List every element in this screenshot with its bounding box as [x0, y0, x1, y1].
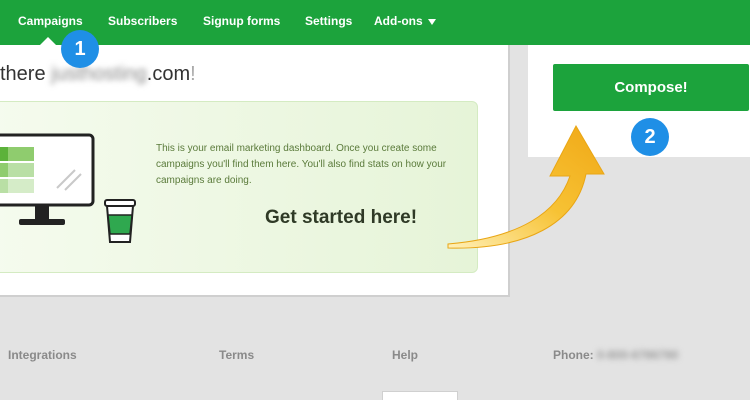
nav-item-subscribers[interactable]: Subscribers [108, 14, 177, 28]
nav-item-add-ons-label: Add-ons [374, 14, 423, 28]
step-badge-2: 2 [631, 118, 669, 156]
footer-link-terms[interactable]: Terms [219, 348, 254, 362]
footer-phone-label: Phone: [553, 348, 594, 362]
coffee-cup-icon [104, 199, 136, 243]
dashboard-description: This is your email marketing dashboard. … [156, 143, 447, 186]
greeting-name-blurred: justhosting [51, 63, 147, 85]
nav-item-add-ons[interactable]: Add-ons [374, 14, 436, 28]
footer-link-help[interactable]: Help [392, 348, 418, 362]
footer-link-integrations[interactable]: Integrations [8, 348, 77, 362]
greeting-heading: there justhosting.com! [0, 63, 196, 86]
top-nav: Campaigns Subscribers Signup forms Setti… [0, 0, 750, 45]
greeting-prefix: there [0, 63, 52, 85]
nav-item-signup-forms[interactable]: Signup forms [203, 14, 280, 28]
footer-phone-number-blurred: 0-800-6786780 [597, 348, 679, 362]
monitor-icon [0, 133, 95, 225]
footer-select-box[interactable] [382, 391, 458, 400]
greeting-end: ! [190, 63, 196, 85]
chevron-down-icon [427, 18, 436, 25]
get-started-link[interactable]: Get started here! [265, 207, 417, 229]
greeting-suffix: .com [146, 63, 191, 85]
compose-button[interactable]: Compose! [553, 64, 749, 111]
footer-phone: Phone: 0-800-6786780 [553, 348, 678, 362]
step-badge-1: 1 [61, 30, 99, 68]
nav-item-settings[interactable]: Settings [305, 14, 352, 28]
curved-arrow-icon [447, 124, 605, 249]
nav-item-campaigns[interactable]: Campaigns [18, 14, 83, 28]
active-nav-indicator [40, 37, 56, 45]
